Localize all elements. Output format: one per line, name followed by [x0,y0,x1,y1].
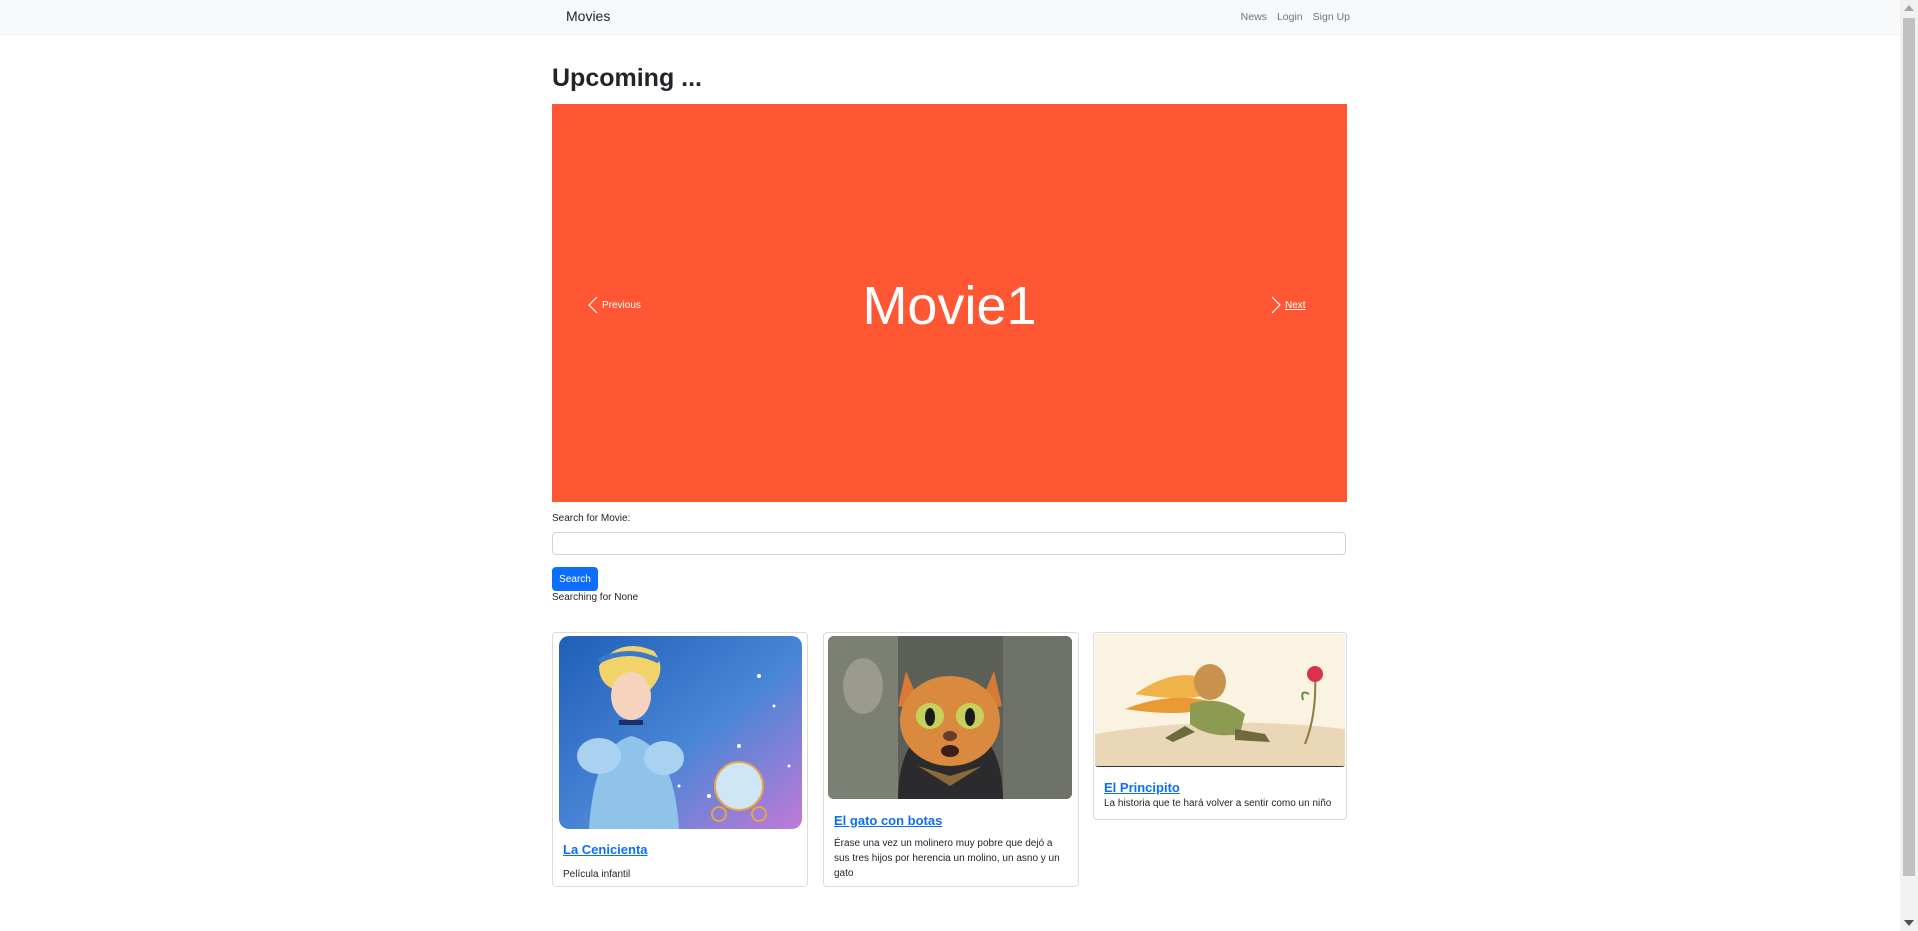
card-text-el-gato-con-botas: Érase una vez un molinero muy pobre que … [834,838,1060,879]
nav-link-signup[interactable]: Sign Up [1313,11,1350,23]
nav-links: News Login Sign Up [1241,11,1350,23]
search-input[interactable] [552,532,1346,555]
navbar: Movies News Login Sign Up [0,0,1900,35]
search-button[interactable]: Search [552,567,598,591]
nav-link-news[interactable]: News [1241,11,1267,23]
chevron-left-icon [588,296,598,314]
little-prince-poster-image [1095,634,1345,766]
movie-poster-el-principito [1095,634,1345,767]
card-text-el-principito: La historia que te hará volver a sentir … [1104,798,1332,809]
movie-poster-la-cenicienta [559,636,802,829]
movie-card-el-principito: El Principito La historia que te hará vo… [1093,632,1347,820]
card-title-el-principito[interactable]: El Principito [1104,780,1180,795]
carousel-slide-text: Movie1 [862,276,1037,336]
search-status: Searching for None [552,592,639,603]
page-heading: Upcoming ... [552,64,702,92]
carousel-next-label: Next [1285,299,1306,311]
carousel-previous-label: Previous [602,299,641,311]
carousel-previous-button[interactable]: Previous [588,296,641,314]
movie-poster-el-gato-con-botas [828,636,1072,799]
vertical-scrollbar[interactable] [1900,0,1918,931]
movie-carousel: Movie1 Previous Next [552,104,1347,502]
movie-card-la-cenicienta: La Cenicienta Película infantil [552,632,808,887]
cinderella-poster-image [559,636,802,829]
card-title-el-gato-con-botas[interactable]: El gato con botas [834,813,942,828]
scroll-thumb[interactable] [1903,18,1915,876]
scroll-up-arrow-icon[interactable] [1904,5,1914,11]
nav-link-login[interactable]: Login [1277,11,1303,23]
search-label: Search for Movie: [552,513,631,524]
card-title-la-cenicienta[interactable]: La Cenicienta [563,842,648,857]
navbar-brand[interactable]: Movies [566,8,610,24]
chevron-right-icon [1271,296,1281,314]
movie-card-el-gato-con-botas: El gato con botas Érase una vez un molin… [823,632,1079,887]
scroll-down-arrow-icon[interactable] [1904,920,1914,926]
puss-in-boots-poster-image [828,636,1072,799]
carousel-next-button[interactable]: Next [1271,296,1306,314]
card-text-la-cenicienta: Película infantil [563,869,631,880]
